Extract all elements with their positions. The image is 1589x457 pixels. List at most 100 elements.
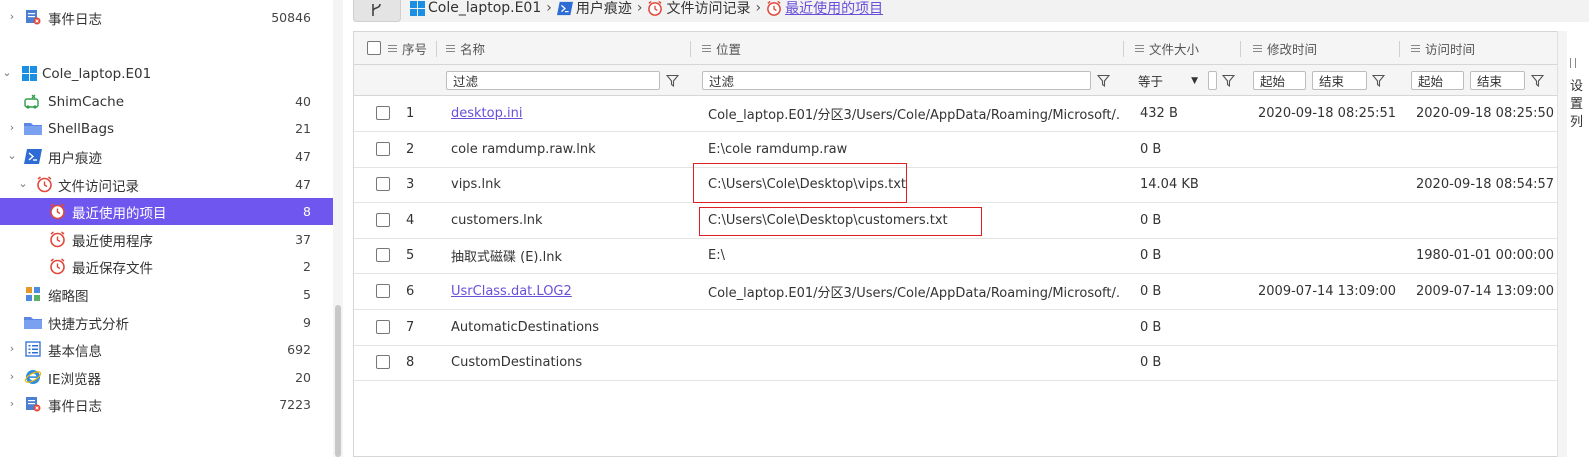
accessed-end-input[interactable]: 结束 (1470, 71, 1525, 90)
breadcrumb-label: 最近使用的项目 (785, 1, 884, 17)
windows-logo-icon (409, 0, 425, 16)
chevron-down-icon[interactable]: ⌄ (7, 150, 17, 161)
chevron-down-icon[interactable]: ⌄ (18, 178, 28, 189)
cell-location: C:\Users\Cole\Desktop\customers.txt (708, 212, 948, 228)
table-row[interactable]: 5 抽取式磁碟 (E).lnk E:\ 0 B 1980-01-01 00:00:00 (354, 238, 1558, 275)
table-row[interactable]: 3 vips.lnk C:\Users\Cole\Desktop\vips.txt 1… (354, 167, 1558, 204)
breadcrumb-item[interactable]: Cole_laptop.E01 (409, 0, 541, 16)
column-header-location[interactable]: 位置 (702, 32, 741, 65)
column-header-index[interactable]: 序号 (388, 32, 427, 65)
table-row[interactable]: 1 desktop.ini Cole_laptop.E01/分区3/Users/Co… (354, 96, 1558, 132)
clock-icon (48, 230, 66, 248)
sidebar-item[interactable]: › 事件日志 7223 (0, 391, 333, 418)
sidebar-item-count: 7223 (279, 397, 311, 412)
cell-name[interactable]: UsrClass.dat.LOG2 (451, 274, 691, 309)
sidebar-item[interactable]: 最近使用的项目 8 (0, 198, 333, 225)
cell-size: 14.04 KB (1140, 177, 1199, 193)
filter-placeholder: 结束 (1477, 74, 1503, 89)
cell-index: 2 (406, 141, 415, 157)
column-header-modified[interactable]: 修改时间 (1253, 32, 1317, 65)
row-checkbox[interactable] (376, 248, 390, 263)
accessed-filter-button[interactable] (1529, 72, 1545, 88)
column-resizer[interactable] (1399, 41, 1400, 57)
sidebar-item[interactable]: ⌄ Cole_laptop.E01 (0, 60, 333, 87)
size-value-input[interactable] (1208, 71, 1217, 90)
name-filter-input[interactable]: 过滤 (446, 71, 660, 90)
breadcrumb-label: 用户痕迹 (575, 1, 632, 17)
branch-icon (372, 3, 381, 16)
sidebar-scrollbar[interactable] (333, 0, 343, 457)
cell-modified (1258, 238, 1403, 273)
modified-start-input[interactable]: 起始 (1253, 71, 1306, 90)
row-checkbox[interactable] (376, 319, 390, 334)
chevron-right-icon[interactable]: › (7, 371, 17, 382)
chevron-right-icon[interactable]: › (7, 122, 17, 133)
column-resizer[interactable] (436, 41, 437, 57)
sidebar-item[interactable]: 缩略图 5 (0, 281, 333, 308)
filter-placeholder: 结束 (1319, 74, 1345, 89)
breadcrumb-item[interactable]: 最近使用的项目 (766, 0, 883, 18)
location-filter-button[interactable] (1095, 72, 1111, 88)
cell-name[interactable]: desktop.ini (451, 96, 691, 131)
cell-name: AutomaticDestinations (451, 319, 600, 335)
breadcrumb: Cole_laptop.E01 › 用户痕迹 › 文件访问记录 › 最近使用的项目 (409, 0, 883, 18)
row-checkbox[interactable] (376, 106, 390, 120)
sidebar-item[interactable]: ⌄ 用户痕迹 47 (0, 143, 333, 170)
size-operator-select[interactable]: 等于 ▼ (1132, 71, 1204, 90)
chevron-down-icon[interactable]: ⌄ (2, 67, 12, 78)
row-checkbox[interactable] (376, 355, 390, 370)
size-filter-button[interactable] (1220, 72, 1236, 88)
select-all-checkbox[interactable] (367, 41, 381, 55)
column-resizer[interactable] (1240, 41, 1241, 57)
row-checkbox[interactable] (376, 212, 390, 227)
sidebar-item-label: 最近保存文件 (72, 260, 153, 277)
cell-accessed (1416, 132, 1556, 167)
column-header-size[interactable]: 文件大小 (1135, 32, 1199, 65)
sidebar-item[interactable]: › ShellBags 21 (0, 115, 333, 142)
sidebar-item[interactable]: › 基本信息 692 (0, 336, 333, 363)
breadcrumb-item[interactable]: 文件访问记录 (647, 0, 750, 18)
sidebar-item-label: 基本信息 (48, 343, 102, 360)
row-checkbox[interactable] (376, 177, 390, 192)
table-row[interactable]: 7 AutomaticDestinations 0 B (354, 310, 1558, 346)
sidebar-item[interactable]: 快捷方式分析 9 (0, 309, 333, 336)
modified-filter-button[interactable] (1370, 72, 1386, 88)
chevron-right-icon[interactable]: › (7, 398, 17, 409)
column-resizer[interactable] (690, 41, 691, 57)
column-settings-panel[interactable]: 设 置 列 (1567, 31, 1589, 457)
filter-placeholder: 起始 (1260, 74, 1286, 89)
breadcrumb-item[interactable]: 用户痕迹 (556, 0, 632, 18)
cell-name: CustomDestinations (451, 355, 583, 371)
column-menu-icon (702, 43, 711, 54)
branch-button[interactable] (353, 0, 401, 22)
modified-end-input[interactable]: 结束 (1312, 71, 1367, 90)
table-vertical-scrollbar[interactable] (1557, 31, 1567, 457)
chevron-right-icon[interactable]: › (7, 343, 17, 354)
table-row[interactable]: 2 cole ramdump.raw.lnk E:\cole ramdump.raw… (354, 132, 1558, 168)
location-filter-input[interactable]: 过滤 (702, 71, 1091, 90)
sidebar-item[interactable]: › 事件日志 50846 (0, 4, 333, 31)
row-checkbox[interactable] (376, 284, 390, 298)
table-row[interactable]: 8 CustomDestinations 0 B (354, 345, 1558, 382)
column-header-accessed[interactable]: 访问时间 (1411, 32, 1475, 65)
sidebar-item[interactable]: 最近保存文件 2 (0, 253, 333, 280)
table-row[interactable]: 6 UsrClass.dat.LOG2 Cole_laptop.E01/分区3/Us… (354, 274, 1558, 310)
accessed-start-input[interactable]: 起始 (1411, 71, 1464, 90)
sidebar-item-label: Cole_laptop.E01 (42, 65, 152, 82)
chevron-right-icon[interactable]: › (7, 11, 17, 22)
cell-index: 6 (406, 284, 415, 299)
row-checkbox[interactable] (376, 141, 390, 156)
filter-icon (1530, 74, 1544, 87)
column-resizer[interactable] (1123, 41, 1124, 57)
column-header-name[interactable]: 名称 (446, 32, 485, 65)
sidebar-item[interactable]: 最近使用程序 37 (0, 226, 333, 253)
sidebar-item[interactable]: ShimCache 40 (0, 88, 333, 115)
sidebar-item[interactable]: ⌄ 文件访问记录 47 (0, 171, 333, 198)
sidebar-scrollbar-thumb[interactable] (335, 305, 341, 457)
panel-text: 列 (1570, 115, 1584, 130)
sidebar-item[interactable]: › IE浏览器 20 (0, 364, 333, 391)
name-filter-button[interactable] (664, 72, 680, 88)
sidebar-item-count: 20 (295, 370, 311, 385)
table-row[interactable]: 4 customers.lnk C:\Users\Cole\Desktop\cust… (354, 203, 1558, 239)
size-operator-value: 等于 (1138, 74, 1164, 89)
